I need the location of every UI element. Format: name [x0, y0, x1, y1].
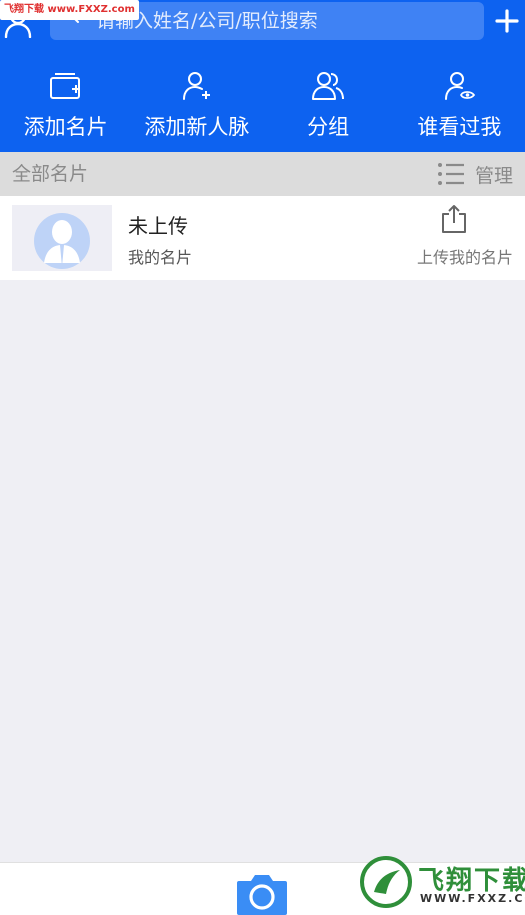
quick-actions: 添加名片 添加新人脉 分组 谁看过我: [0, 62, 525, 152]
action-group-label: 分组: [307, 115, 350, 139]
action-group[interactable]: 分组: [263, 62, 394, 152]
manage-label: 管理: [474, 164, 513, 187]
search-input[interactable]: [94, 2, 474, 40]
card-thumbnail: [12, 205, 112, 271]
share-upload-icon: [442, 205, 466, 233]
manage-button[interactable]: 管理: [437, 152, 513, 196]
group-icon: [312, 72, 345, 100]
add-button[interactable]: [494, 8, 520, 34]
header: 飞翔下载 www.FXXZ.com 请输入姓名/公司/职位搜索 添加名片 添加新…: [0, 0, 525, 152]
camera-icon[interactable]: [235, 871, 289, 915]
action-viewers-label: 谁看过我: [417, 115, 502, 139]
watermark-url: WWW.FXXZ.COM: [420, 892, 525, 905]
viewer-icon: [445, 72, 476, 100]
watermark-logo-icon: [360, 856, 412, 908]
card-title: 未上传: [128, 214, 188, 238]
upload-card-label: 上传我的名片: [416, 248, 513, 267]
watermark-bottom: 飞翔下载 WWW.FXXZ.COM: [358, 854, 525, 910]
card-subtitle: 我的名片: [128, 248, 193, 267]
list-icon: [437, 163, 464, 185]
upload-card-button[interactable]: 上传我的名片: [403, 204, 513, 274]
add-card-icon: [49, 73, 80, 99]
action-add-contact-label: 添加新人脉: [144, 115, 250, 139]
action-viewers[interactable]: 谁看过我: [394, 62, 525, 152]
add-contact-icon: [182, 72, 210, 100]
action-add-card-label: 添加名片: [23, 115, 108, 139]
my-card-row[interactable]: 未上传 我的名片 上传我的名片: [0, 196, 525, 280]
action-add-contact[interactable]: 添加新人脉: [131, 62, 262, 152]
avatar-placeholder-icon: [34, 213, 90, 269]
watermark-top: 飞翔下载 www.FXXZ.com: [0, 0, 139, 20]
section-header: 全部名片 管理: [0, 152, 525, 196]
action-add-card[interactable]: 添加名片: [0, 62, 131, 152]
section-title: 全部名片: [12, 163, 89, 185]
